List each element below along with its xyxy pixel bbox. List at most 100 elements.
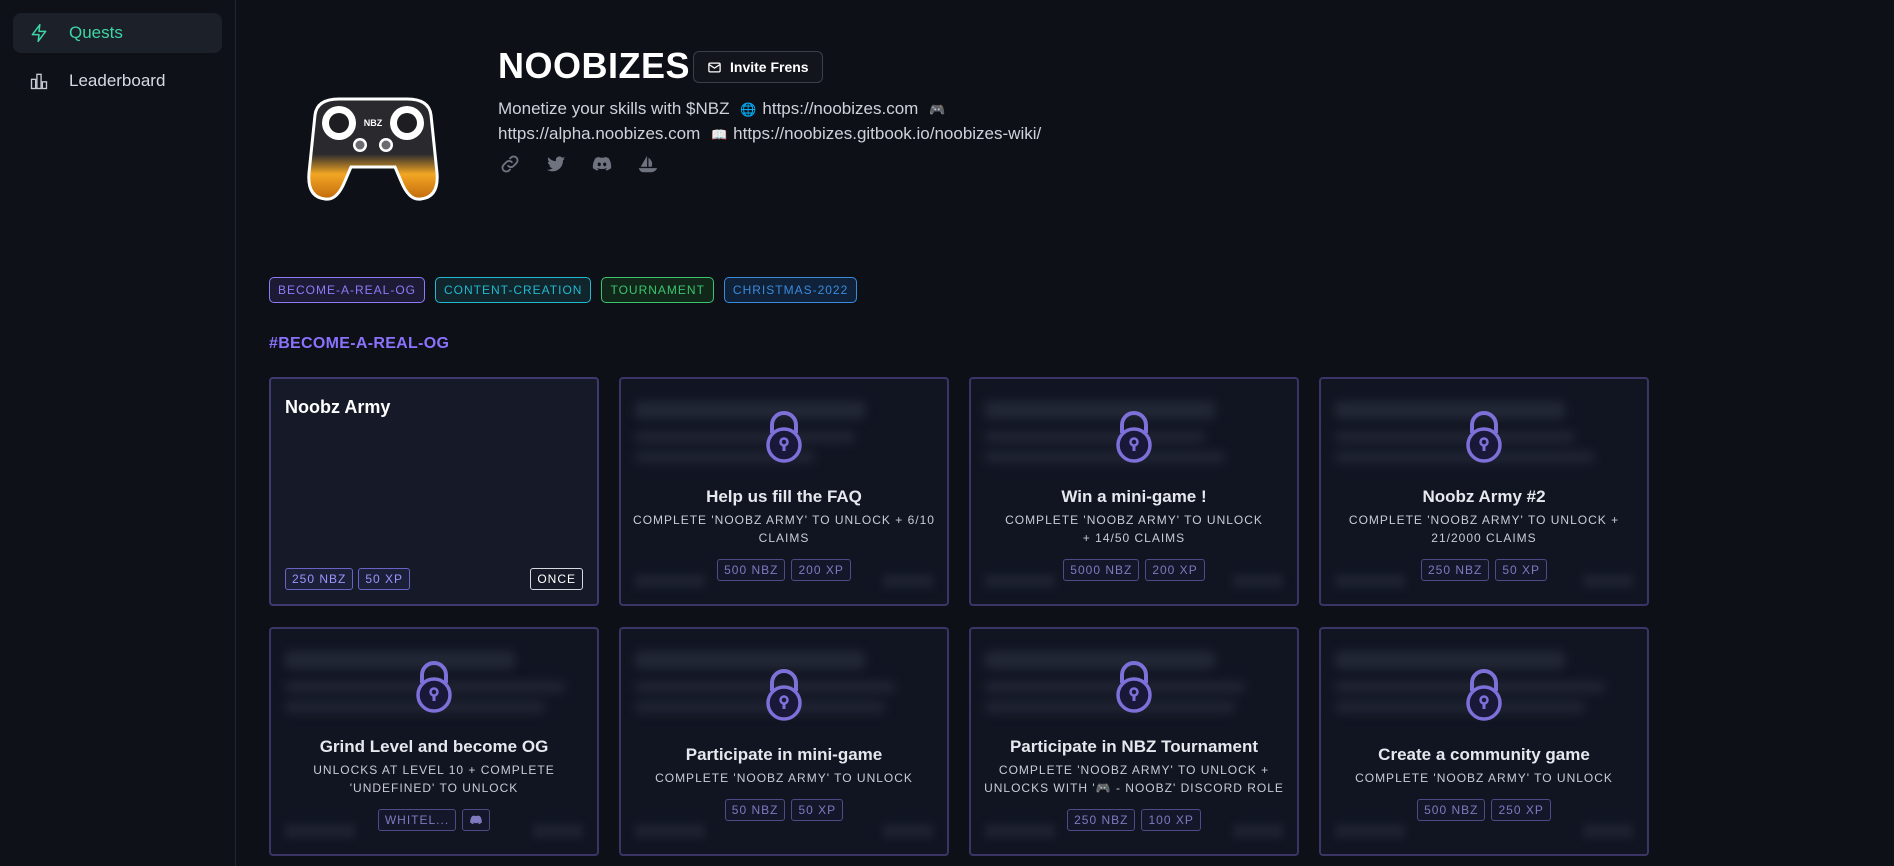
quest-title: Noobz Army #2	[1422, 487, 1546, 506]
blurred-content	[635, 651, 865, 669]
page-title: NOOBIZES	[498, 45, 691, 86]
quest-unlock-requirement: UNLOCKS AT LEVEL 10 + COMPLETE 'UNDEFINE…	[313, 763, 555, 795]
book-icon: 📖	[710, 127, 728, 142]
sidebar: Quests Leaderboard	[0, 0, 236, 866]
blurred-content	[1335, 401, 1565, 419]
quest-unlock-requirement: COMPLETE 'NOOBZ ARMY' TO UNLOCK + 6/10 C…	[633, 513, 935, 545]
discord-icon	[470, 815, 483, 825]
discord-role-badge	[462, 809, 491, 831]
blurred-content	[1335, 824, 1405, 838]
twitter-icon[interactable]	[545, 153, 567, 175]
reward-badge: 200 XP	[791, 559, 851, 581]
sidebar-item-leaderboard[interactable]: Leaderboard	[13, 61, 222, 101]
reward-badge: 250 NBZ	[1420, 559, 1490, 581]
reward-badge: 50 NBZ	[724, 799, 786, 821]
quest-card-locked[interactable]: Participate in NBZ Tournament COMPLETE '…	[969, 627, 1299, 856]
quest-title: Help us fill the FAQ	[706, 487, 862, 506]
blurred-content	[635, 824, 705, 838]
invite-frens-button[interactable]: Invite Frens	[693, 51, 823, 83]
quest-unlock-requirement: COMPLETE 'NOOBZ ARMY' TO UNLOCK	[1355, 771, 1613, 785]
mail-icon	[708, 62, 721, 72]
lock-icon	[1466, 411, 1502, 463]
lock-icon	[1116, 661, 1152, 713]
lock-icon	[1116, 411, 1152, 463]
reward-badge: 500 NBZ	[717, 559, 786, 581]
quest-card-locked[interactable]: Win a mini-game ! COMPLETE 'NOOBZ ARMY' …	[969, 377, 1299, 606]
reward-badge: 250 NBZ	[285, 568, 354, 590]
quest-card-locked[interactable]: Create a community game COMPLETE 'NOOBZ …	[1319, 627, 1649, 856]
website-link[interactable]: https://noobizes.com	[762, 99, 918, 118]
reward-badge: 50 XP	[791, 799, 844, 821]
quest-title: Win a mini-game !	[1061, 487, 1207, 506]
discord-icon[interactable]	[591, 153, 613, 175]
quest-title: Grind Level and become OG	[319, 737, 549, 756]
blurred-content	[635, 431, 855, 443]
globe-icon: 🌐	[740, 102, 757, 117]
reward-badge: 250 XP	[1491, 799, 1551, 821]
quest-rewards: 250 NBZ 50 XP	[285, 568, 411, 590]
quest-rewards: 250 NBZ 100 XP	[971, 809, 1297, 831]
quest-title: Create a community game	[1378, 745, 1590, 764]
social-links	[499, 153, 659, 175]
tag-content-creation[interactable]: CONTENT-CREATION	[435, 277, 592, 303]
quest-card-locked[interactable]: Participate in mini-game COMPLETE 'NOOBZ…	[619, 627, 949, 856]
tag-christmas-2022[interactable]: CHRISTMAS-2022	[723, 277, 858, 303]
quest-card-locked[interactable]: Noobz Army #2 COMPLETE 'NOOBZ ARMY' TO U…	[1319, 377, 1649, 606]
logo-text: NBZ	[364, 118, 383, 128]
blurred-content	[1335, 701, 1585, 713]
reward-badge: 5000 NBZ	[1063, 559, 1140, 581]
reward-badge: 50 XP	[1495, 559, 1548, 581]
quest-rewards: WHITEL...	[271, 809, 597, 831]
quest-rewards: 500 NBZ 200 XP	[621, 559, 947, 581]
reward-badge: 200 XP	[1145, 559, 1205, 581]
reward-badge: 250 NBZ	[1067, 809, 1136, 831]
quest-rewards: 50 NBZ 50 XP	[621, 799, 947, 821]
quest-unlock-requirement: COMPLETE 'NOOBZ ARMY' TO UNLOCK	[655, 771, 913, 785]
blurred-content	[985, 431, 1205, 443]
frequency-badge: ONCE	[530, 568, 583, 590]
reward-badge: 100 XP	[1141, 809, 1201, 831]
main-content: NBZ NOOBIZES Invite Frens Monetize your …	[237, 0, 1894, 866]
alpha-link[interactable]: https://alpha.noobizes.com	[498, 124, 700, 143]
lock-icon	[766, 411, 802, 463]
quest-title: Noobz Army	[285, 397, 391, 417]
section-title: #BECOME-A-REAL-OG	[269, 335, 450, 352]
lock-icon	[1466, 669, 1502, 721]
quest-title: Participate in mini-game	[685, 745, 883, 764]
blurred-content	[985, 701, 1235, 713]
gamepad-icon: 🎮	[929, 102, 946, 117]
blurred-content	[635, 401, 865, 419]
blurred-content	[635, 701, 885, 713]
quest-rewards: 5000 NBZ 200 XP	[971, 559, 1297, 581]
blurred-content	[1335, 651, 1565, 669]
quest-card[interactable]: Noobz Army 250 NBZ 50 XP ONCE	[269, 377, 599, 606]
sidebar-item-label: Leaderboard	[69, 71, 166, 90]
description-text: Monetize your skills with $NBZ	[498, 99, 730, 118]
reward-badge: WHITEL...	[377, 809, 457, 831]
lightning-icon	[31, 23, 47, 43]
blurred-content	[985, 401, 1215, 419]
quest-unlock-requirement: COMPLETE 'NOOBZ ARMY' TO UNLOCK + 14/50 …	[1005, 513, 1263, 545]
quest-category-tags: BECOME-A-REAL-OG CONTENT-CREATION TOURNA…	[269, 277, 858, 303]
tag-tournament[interactable]: TOURNAMENT	[601, 277, 714, 303]
opensea-icon[interactable]	[637, 153, 659, 175]
blurred-content	[985, 651, 1215, 669]
invite-label: Invite Frens	[730, 59, 809, 75]
sidebar-item-quests[interactable]: Quests	[13, 13, 222, 53]
quest-rewards: 500 NBZ 250 XP	[1321, 799, 1647, 821]
blurred-content	[883, 824, 933, 838]
sidebar-item-label: Quests	[69, 23, 123, 42]
blurred-content	[285, 651, 515, 669]
quest-card-locked[interactable]: Grind Level and become OG UNLOCKS AT LEV…	[269, 627, 599, 856]
link-icon[interactable]	[499, 153, 521, 175]
reward-badge: 50 XP	[358, 568, 411, 590]
blurred-content	[1335, 431, 1575, 443]
lock-icon	[416, 661, 452, 713]
quest-card-locked[interactable]: Help us fill the FAQ COMPLETE 'NOOBZ ARM…	[619, 377, 949, 606]
noobizes-logo: NBZ	[307, 97, 439, 201]
wiki-link[interactable]: https://noobizes.gitbook.io/noobizes-wik…	[733, 124, 1041, 143]
blurred-content	[1583, 824, 1633, 838]
reward-badge: 500 NBZ	[1417, 799, 1486, 821]
tag-become-a-real-og[interactable]: BECOME-A-REAL-OG	[269, 277, 426, 303]
quest-unlock-requirement: COMPLETE 'NOOBZ ARMY' TO UNLOCK + 21/200…	[1348, 513, 1620, 545]
